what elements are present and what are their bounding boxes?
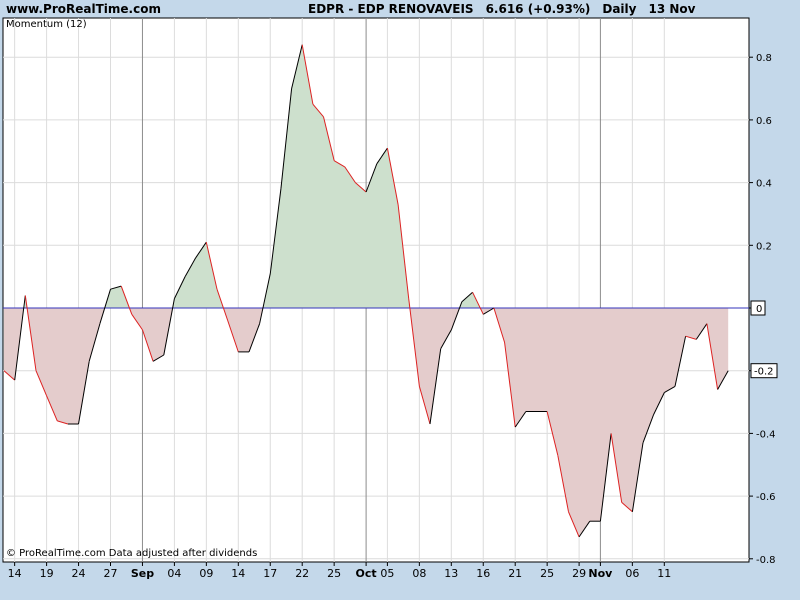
x-tick-label: 16 bbox=[476, 567, 490, 580]
x-tick-label: 05 bbox=[380, 567, 394, 580]
y-tick-label: 0 bbox=[756, 304, 762, 315]
y-tick-label: -0.8 bbox=[756, 555, 776, 566]
x-tick-label: 17 bbox=[263, 567, 277, 580]
x-tick-label: 24 bbox=[72, 567, 86, 580]
x-tick-label: 19 bbox=[40, 567, 54, 580]
x-tick-label: 27 bbox=[104, 567, 118, 580]
x-tick-label: 14 bbox=[231, 567, 245, 580]
x-tick-label: Oct bbox=[356, 567, 377, 580]
y-tick-label: 0.8 bbox=[756, 53, 772, 64]
x-tick-label: 21 bbox=[508, 567, 522, 580]
x-tick-label: 14 bbox=[8, 567, 22, 580]
x-axis: 14 19 24 27 Sep 04 09 14 17 22 25 Oct 05 08 13 16 21 25 29… bbox=[8, 562, 671, 580]
credit-text: © ProRealTime.com Data adjusted after di… bbox=[6, 548, 258, 559]
x-tick-label: 25 bbox=[540, 567, 554, 580]
x-tick-label: 29 bbox=[572, 567, 586, 580]
current-value-label: -0.2 bbox=[754, 367, 774, 378]
x-tick-label: Sep bbox=[131, 567, 154, 580]
x-tick-label: 22 bbox=[295, 567, 309, 580]
x-tick-label: 09 bbox=[199, 567, 213, 580]
x-tick-label: 04 bbox=[167, 567, 181, 580]
indicator-label: Momentum (12) bbox=[6, 19, 87, 30]
x-tick-label: 25 bbox=[327, 567, 341, 580]
momentum-chart: 0.80.60.40.20-0.2-0.4-0.6-0.8-0.2 141924… bbox=[2, 17, 778, 580]
x-tick-label: 08 bbox=[412, 567, 426, 580]
y-tick-label: 0.2 bbox=[756, 241, 772, 252]
x-tick-label: 06 bbox=[625, 567, 639, 580]
x-tick-label: 11 bbox=[657, 567, 671, 580]
x-tick-label: 13 bbox=[444, 567, 458, 580]
y-axis: 0.80.60.40.20-0.2-0.4-0.6-0.8-0.2 bbox=[749, 53, 778, 566]
y-tick-label: 0.6 bbox=[756, 116, 772, 127]
y-tick-label: -0.4 bbox=[756, 429, 776, 440]
y-tick-label: 0.4 bbox=[756, 179, 772, 190]
x-tick-label: Nov bbox=[588, 567, 613, 580]
y-tick-label: -0.6 bbox=[756, 492, 776, 503]
